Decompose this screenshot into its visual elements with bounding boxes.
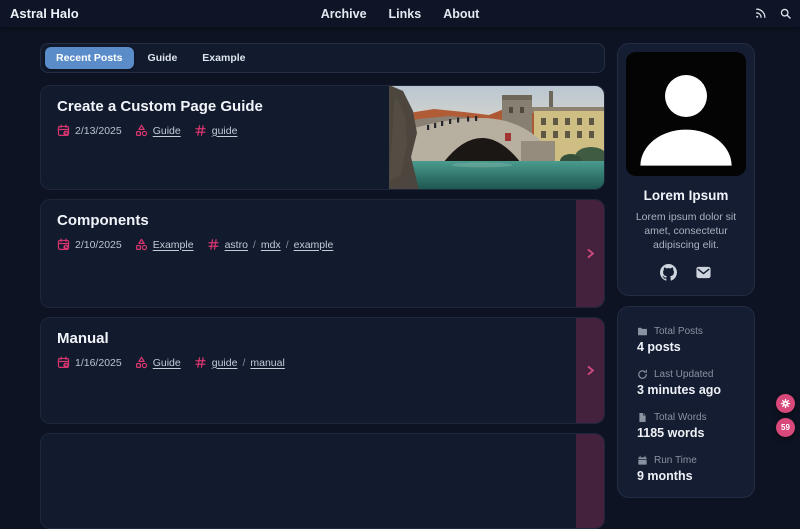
- post-category-group: Example: [135, 238, 194, 251]
- tag-link[interactable]: guide: [212, 357, 238, 369]
- post-title[interactable]: Components: [57, 212, 588, 229]
- nav-links: Archive Links About: [321, 0, 480, 27]
- post-tags-group: astro mdx example: [207, 238, 334, 251]
- post-meta: 1/16/2025 Guide: [57, 356, 588, 369]
- post-date: 1/16/2025: [75, 357, 122, 369]
- profile-card: Lorem Ipsum Lorem ipsum dolor sit amet, …: [617, 43, 755, 296]
- calendar-clock-icon: [57, 356, 70, 369]
- post-body: Components 2/10/2025: [41, 200, 604, 263]
- stat-total-posts: Total Posts 4 posts: [637, 326, 744, 354]
- post-list-column: Recent Posts Guide Example Create a Cust…: [40, 43, 605, 529]
- post-date-group: 2/13/2025: [57, 124, 122, 137]
- profile-bio: Lorem ipsum dolor sit amet, consectetur …: [626, 210, 746, 253]
- post-date: 2/10/2025: [75, 239, 122, 251]
- profile-social-links: [626, 264, 746, 281]
- category-icon: [135, 124, 148, 137]
- nav-link-archive[interactable]: Archive: [321, 7, 367, 21]
- navbar: Astral Halo Archive Links About: [0, 0, 800, 27]
- category-icon: [135, 356, 148, 369]
- post-meta: 2/10/2025 Example: [57, 238, 588, 251]
- post-thumbnail: [389, 86, 604, 189]
- hash-icon: [207, 238, 220, 251]
- floating-buttons: 59: [776, 394, 795, 437]
- tab-example[interactable]: Example: [191, 47, 256, 69]
- tag-link[interactable]: manual: [250, 357, 284, 369]
- mail-icon[interactable]: [695, 264, 712, 281]
- post-tags-group: guide: [194, 124, 238, 137]
- refresh-icon: [637, 369, 648, 380]
- stat-last-updated: Last Updated 3 minutes ago: [637, 369, 744, 397]
- tab-recent-posts[interactable]: Recent Posts: [45, 47, 134, 69]
- stat-run-time: Run Time 9 months: [637, 455, 744, 483]
- hash-icon: [194, 356, 207, 369]
- github-icon[interactable]: [660, 264, 677, 281]
- tab-guide[interactable]: Guide: [137, 47, 189, 69]
- category-tabbar: Recent Posts Guide Example: [40, 43, 605, 73]
- profile-name: Lorem Ipsum: [626, 188, 746, 203]
- folder-icon: [637, 326, 648, 337]
- post-tags-group: guide manual: [194, 356, 285, 369]
- settings-button[interactable]: [776, 394, 795, 413]
- calendar-icon: [637, 455, 648, 466]
- post-card[interactable]: Create a Custom Page Guide 2/13/2025: [40, 85, 605, 190]
- post-category-link[interactable]: Example: [153, 239, 194, 251]
- chevron-right-icon: [584, 364, 597, 377]
- post-date-group: 1/16/2025: [57, 356, 122, 369]
- calendar-clock-icon: [57, 238, 70, 251]
- post-date-group: 2/10/2025: [57, 238, 122, 251]
- tag-list: astro mdx example: [225, 239, 334, 251]
- search-icon[interactable]: [778, 7, 792, 21]
- avatar: [626, 52, 746, 176]
- post-open-strip[interactable]: [576, 434, 604, 528]
- post-title[interactable]: Manual: [57, 330, 588, 347]
- calendar-clock-icon: [57, 124, 70, 137]
- tag-link[interactable]: mdx: [261, 239, 281, 251]
- gear-icon: [780, 398, 791, 409]
- post-category-group: Guide: [135, 356, 181, 369]
- tag-separator: [253, 239, 256, 251]
- post-category-link[interactable]: Guide: [153, 125, 181, 137]
- main-layout: Recent Posts Guide Example Create a Cust…: [0, 27, 800, 529]
- tag-link[interactable]: guide: [212, 125, 238, 137]
- chevron-right-icon: [584, 247, 597, 260]
- post-open-strip[interactable]: [576, 200, 604, 307]
- post-category-group: Guide: [135, 124, 181, 137]
- file-icon: [637, 412, 648, 423]
- tag-list: guide manual: [212, 357, 285, 369]
- site-title[interactable]: Astral Halo: [10, 6, 79, 21]
- category-icon: [135, 238, 148, 251]
- tag-list: guide: [212, 125, 238, 137]
- tag-link[interactable]: example: [294, 239, 334, 251]
- navbar-actions: [753, 7, 792, 21]
- hash-icon: [194, 124, 207, 137]
- tag-separator: [286, 239, 289, 251]
- post-card[interactable]: Manual 1/16/2025: [40, 317, 605, 424]
- post-open-strip[interactable]: [576, 318, 604, 423]
- scroll-percent-badge[interactable]: 59: [776, 418, 795, 437]
- sidebar: Lorem Ipsum Lorem ipsum dolor sit amet, …: [617, 43, 755, 498]
- post-body: Manual 1/16/2025: [41, 318, 604, 381]
- post-category-link[interactable]: Guide: [153, 357, 181, 369]
- post-card-partial[interactable]: [40, 433, 605, 529]
- post-date: 2/13/2025: [75, 125, 122, 137]
- rss-icon[interactable]: [753, 7, 767, 21]
- tag-separator: [242, 357, 245, 369]
- person-silhouette-icon: [626, 52, 746, 176]
- stat-total-words: Total Words 1185 words: [637, 412, 744, 440]
- post-card[interactable]: Components 2/10/2025: [40, 199, 605, 308]
- nav-link-links[interactable]: Links: [389, 7, 422, 21]
- site-stats-card: Total Posts 4 posts Last Updated 3 minut…: [617, 306, 755, 498]
- nav-link-about[interactable]: About: [443, 7, 479, 21]
- tag-link[interactable]: astro: [225, 239, 248, 251]
